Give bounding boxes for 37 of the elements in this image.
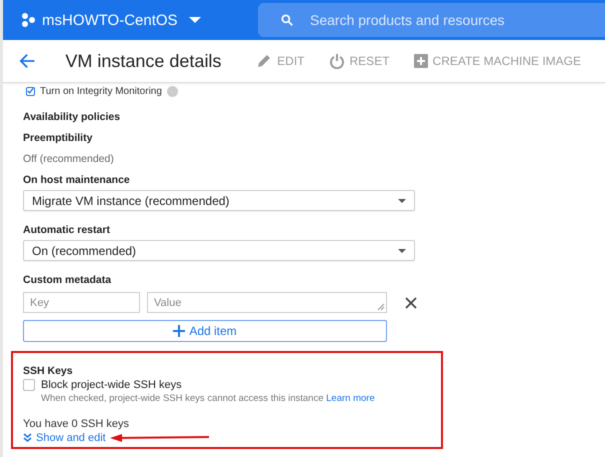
caret-icon [398,248,406,252]
power-icon [328,53,345,69]
plus-icon [173,325,186,337]
search-field[interactable]: Search products and resources [258,3,605,37]
show-and-edit-link[interactable]: Show and edit [23,432,106,444]
project-selector[interactable]: msHOWTO-CentOS [21,12,258,28]
plus-square-icon [414,54,428,68]
learn-more-link[interactable]: Learn more [326,393,375,404]
pencil-icon [256,53,272,69]
ssh-count-text: You have 0 SSH keys [23,418,130,430]
section-heading: SSH Keys [23,365,74,377]
close-icon[interactable] [405,296,417,308]
field-label: Preemptibility [23,132,94,144]
section-heading: Custom metadata [23,274,112,286]
caret-icon [188,17,201,23]
checkbox-label: Turn on Integrity Monitoring [40,86,162,96]
search-icon [280,13,294,27]
add-item-button[interactable]: Add item [23,320,387,342]
double-chevron-icon [23,433,32,443]
checkbox-label: Block project-wide SSH keys [41,379,182,391]
caret-icon [398,198,406,202]
back-arrow-icon[interactable] [19,53,36,69]
help-icon [166,86,178,96]
checkbox[interactable] [23,379,35,391]
key-field[interactable]: Key [23,292,140,313]
dots-icon [21,13,37,27]
value-field[interactable]: Value [147,292,387,313]
help-text: When checked, project-wide SSH keys cannot access this instance [41,393,324,404]
section-heading: Availability policies [23,111,122,123]
checkbox[interactable] [26,86,35,96]
field-label: On host maintenance [23,174,131,186]
page-title: VM instance details [65,50,222,72]
dropdown[interactable]: On (recommended) [23,240,415,261]
field-value: Off (recommended) [23,153,115,165]
field-label: Automatic restart [23,224,111,236]
dropdown[interactable]: Migrate VM instance (recommended) [23,190,415,211]
resize-handle-icon[interactable] [375,301,385,311]
